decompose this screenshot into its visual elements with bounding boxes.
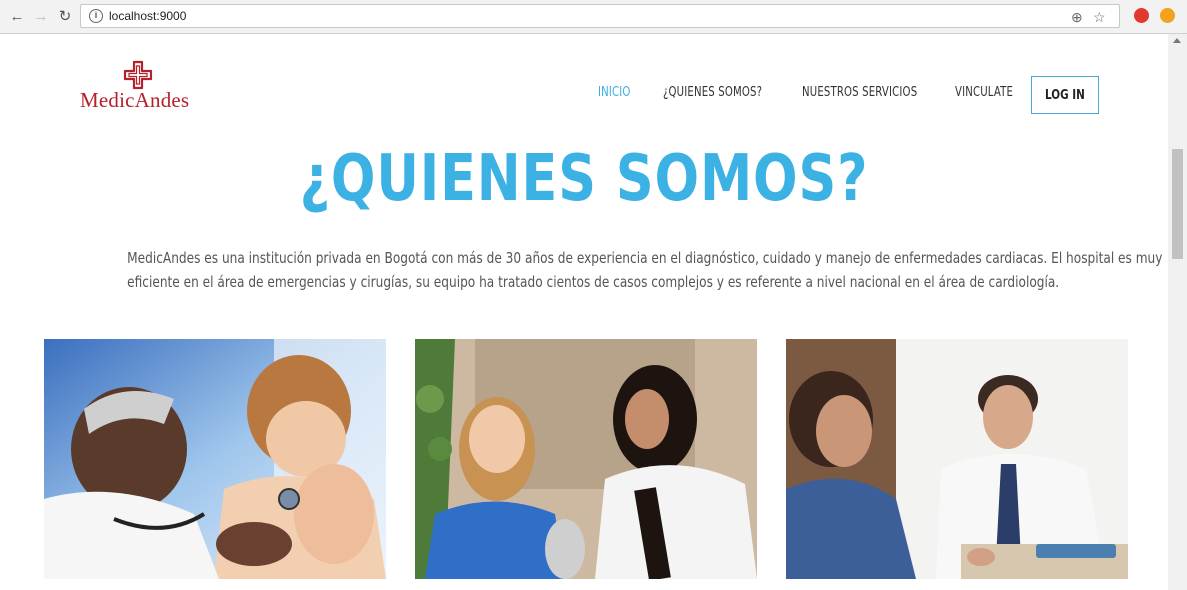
nav-item-vinculate[interactable]: VINCULATE: [955, 85, 1013, 100]
main-nav-3: NUESTROS SERVICIOS: [802, 68, 974, 116]
reload-icon[interactable]: ↻: [56, 7, 74, 25]
nav-item-quienes-somos[interactable]: ¿QUIENES SOMOS?: [663, 85, 762, 100]
address-url[interactable]: localhost:9000: [109, 9, 186, 23]
page-title: ¿QUIENES SOMOS?: [299, 142, 869, 216]
page-scrollbar[interactable]: [1168, 34, 1187, 590]
address-bar[interactable]: i localhost:9000 ⊕ ☆: [80, 4, 1120, 28]
description-line-2: eficiente en el área de emergencias y ci…: [127, 273, 1060, 291]
nav-item-inicio[interactable]: INICIO: [598, 85, 630, 100]
web-page: MedicAndes INICIO ¿QUIENES SOMOS? NUESTR…: [0, 34, 1168, 590]
arrow-right-icon[interactable]: →: [32, 7, 50, 25]
photo-doctor-patient: [786, 339, 1128, 579]
medical-cross-icon: [123, 60, 153, 90]
description-line-1: MedicAndes es una institución privada en…: [127, 249, 1163, 267]
arrow-left-icon[interactable]: ←: [8, 7, 26, 25]
extension-red-icon[interactable]: [1134, 8, 1149, 23]
photo-doctor-child: [44, 339, 386, 579]
main-nav: INICIO: [598, 68, 664, 116]
about-description: MedicAndes es una institución privada en…: [20, 246, 1163, 294]
zoom-icon[interactable]: ⊕: [1071, 9, 1083, 26]
brand-logo[interactable]: MedicAndes: [78, 56, 208, 116]
nav-item-nuestros-servicios[interactable]: NUESTROS SERVICIOS: [802, 85, 917, 100]
login-label: LOG IN: [1045, 87, 1085, 103]
photo-patient-consultation: [415, 339, 757, 579]
browser-toolbar: ← → ↻ i localhost:9000 ⊕ ☆: [0, 0, 1187, 34]
scrollbar-thumb[interactable]: [1172, 149, 1183, 259]
scroll-up-arrow-icon[interactable]: [1173, 38, 1181, 43]
bookmark-star-icon[interactable]: ☆: [1093, 9, 1106, 26]
extension-orange-icon[interactable]: [1160, 8, 1175, 23]
main-nav-2: ¿QUIENES SOMOS?: [663, 68, 814, 116]
login-button[interactable]: LOG IN: [1031, 76, 1099, 114]
info-icon[interactable]: i: [89, 9, 103, 23]
brand-name: MedicAndes: [80, 88, 190, 112]
